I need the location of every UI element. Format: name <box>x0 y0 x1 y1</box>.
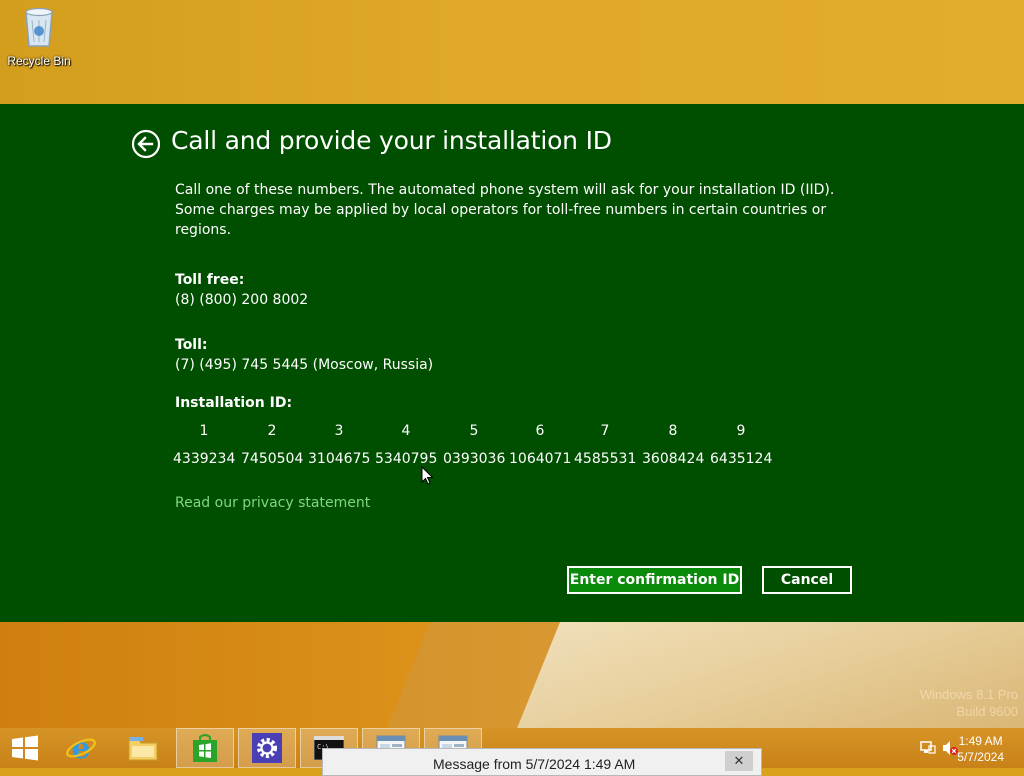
system-tray: 1:49 AM 5/7/2024 <box>884 728 1024 768</box>
network-icon[interactable] <box>920 740 936 760</box>
mouse-pointer-icon <box>421 465 435 486</box>
taskbar-store[interactable] <box>176 728 234 768</box>
volume-muted-icon[interactable] <box>942 740 958 760</box>
toll-free-section: Toll free: (8) (800) 200 8002 <box>175 270 308 310</box>
iid-group-number: 5 <box>469 423 479 439</box>
taskbar-settings[interactable] <box>238 728 296 768</box>
iid-group-value: 4585531 <box>574 451 637 467</box>
iid-group-value: 7450504 <box>241 451 304 467</box>
iid-group-number: 9 <box>736 423 746 439</box>
toll-heading: Toll: <box>175 337 208 353</box>
iid-group-value: 6435124 <box>710 451 773 467</box>
iid-group: 3 3104675 <box>308 421 370 469</box>
iid-group: 5 0393036 <box>443 421 505 469</box>
windows-logo-icon <box>12 735 38 761</box>
iid-group: 2 7450504 <box>241 421 303 469</box>
iid-group: 4 5340795 <box>375 421 437 469</box>
watermark-line-1: Windows 8.1 Pro <box>919 687 1018 702</box>
cancel-button[interactable]: Cancel <box>762 566 852 594</box>
iid-group-value: 4339234 <box>173 451 236 467</box>
iid-group-value: 3608424 <box>642 451 705 467</box>
taskbar-clock[interactable]: 1:49 AM 5/7/2024 <box>957 733 1004 765</box>
store-icon <box>193 734 217 762</box>
privacy-statement-link[interactable]: Read our privacy statement <box>175 495 370 511</box>
taskbar-file-explorer[interactable] <box>114 728 172 768</box>
toll-section: Toll: (7) (495) 745 5445 (Moscow, Russia… <box>175 335 433 375</box>
start-button[interactable] <box>0 728 50 768</box>
recycle-bin-desktop-icon[interactable]: Recycle Bin <box>6 6 72 68</box>
iid-group-number: 7 <box>600 423 610 439</box>
desktop-background-top <box>0 0 1024 104</box>
iid-group-value: 0393036 <box>443 451 506 467</box>
toll-number: (7) (495) 745 5445 (Moscow, Russia) <box>175 357 434 373</box>
taskbar-internet-explorer[interactable]: e <box>52 728 110 768</box>
clock-time: 1:49 AM <box>958 734 1003 748</box>
iid-group-number: 1 <box>199 423 209 439</box>
message-title: Message from 5/7/2024 1:49 AM <box>433 756 636 772</box>
os-watermark: Windows 8.1 Pro Build 9600 <box>920 686 1018 720</box>
toll-free-number: (8) (800) 200 8002 <box>175 292 309 308</box>
page-title: Call and provide your installation ID <box>171 126 612 155</box>
iid-group: 7 4585531 <box>574 421 636 469</box>
iid-group: 8 3608424 <box>642 421 704 469</box>
clock-date: 5/7/2024 <box>957 750 1004 764</box>
internet-explorer-icon: e <box>66 733 96 763</box>
desktop-background-bottom <box>0 622 1024 728</box>
message-notification[interactable]: Message from 5/7/2024 1:49 AM ✕ <box>322 748 762 776</box>
instructions-text: Call one of these numbers. The automated… <box>175 182 835 238</box>
iid-group-number: 6 <box>535 423 545 439</box>
iid-group-value: 3104675 <box>308 451 371 467</box>
back-arrow-button[interactable] <box>131 129 161 159</box>
recycle-bin-label: Recycle Bin <box>7 54 71 68</box>
installation-id-heading: Installation ID: <box>175 395 293 411</box>
folder-icon <box>128 737 158 761</box>
iid-group: 1 4339234 <box>173 421 235 469</box>
phone-activation-dialog: Call and provide your installation ID Ca… <box>0 104 1024 622</box>
back-arrow-icon <box>131 129 161 159</box>
enter-confirmation-id-button[interactable]: Enter confirmation ID <box>567 566 742 594</box>
iid-group-number: 3 <box>334 423 344 439</box>
recycle-bin-icon <box>22 6 56 48</box>
iid-group-number: 2 <box>267 423 277 439</box>
iid-group: 6 1064071 <box>509 421 571 469</box>
iid-group-number: 8 <box>668 423 678 439</box>
gear-icon <box>252 733 282 763</box>
close-icon[interactable]: ✕ <box>725 751 753 771</box>
iid-group-number: 4 <box>401 423 411 439</box>
watermark-line-2: Build 9600 <box>956 704 1018 719</box>
svg-text:e: e <box>71 733 90 763</box>
toll-free-heading: Toll free: <box>175 272 245 288</box>
iid-group-value: 1064071 <box>509 451 572 467</box>
iid-group: 9 6435124 <box>710 421 772 469</box>
